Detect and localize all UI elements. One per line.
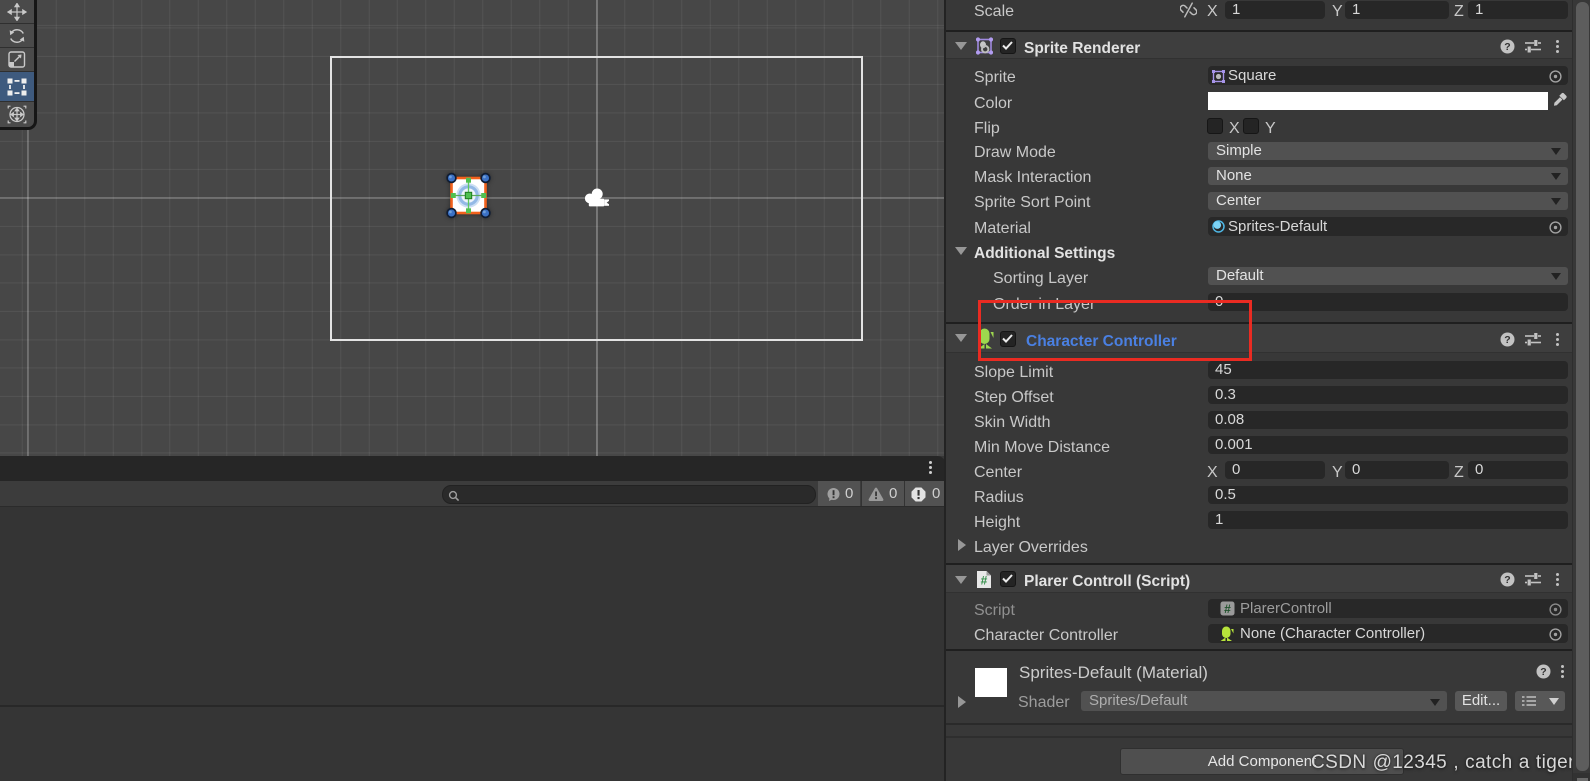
svg-text:#: # — [981, 574, 988, 588]
svg-text:?: ? — [1504, 574, 1510, 586]
svg-text:?: ? — [1540, 666, 1546, 678]
svg-text:?: ? — [1504, 334, 1510, 346]
svg-text:?: ? — [1504, 41, 1510, 53]
svg-text:#: # — [1224, 602, 1231, 616]
